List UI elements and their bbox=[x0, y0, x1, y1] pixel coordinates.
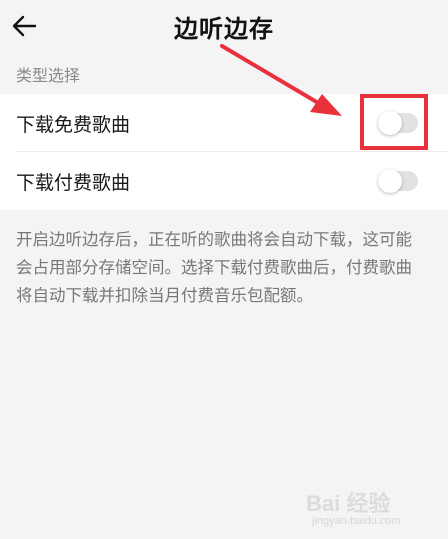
setting-row-free-songs[interactable]: 下载免费歌曲 bbox=[0, 94, 448, 152]
description-text: 开启边听边存后，正在听的歌曲将会自动下载，这可能会占用部分存储空间。选择下载付费… bbox=[16, 230, 412, 305]
toggle-free-songs[interactable] bbox=[378, 111, 418, 135]
setting-label-free-songs: 下载免费歌曲 bbox=[16, 113, 131, 136]
toggle-paid-songs[interactable] bbox=[378, 169, 418, 193]
section-label: 类型选择 bbox=[16, 66, 81, 85]
page-title: 边听边存 bbox=[174, 15, 274, 43]
toggle-knob bbox=[378, 111, 402, 135]
settings-card: 下载免费歌曲 下载付费歌曲 bbox=[0, 94, 448, 210]
setting-label-paid-songs: 下载付费歌曲 bbox=[16, 171, 131, 194]
watermark-url: jingyan.baidu.com bbox=[312, 515, 401, 527]
header: 边听边存 bbox=[0, 0, 448, 54]
setting-row-paid-songs[interactable]: 下载付费歌曲 bbox=[0, 152, 448, 210]
watermark-brand: Bai 经验 bbox=[306, 491, 391, 516]
toggle-knob bbox=[378, 169, 402, 193]
watermark: Bai 经验 jingyan.baidu.com bbox=[298, 482, 438, 534]
